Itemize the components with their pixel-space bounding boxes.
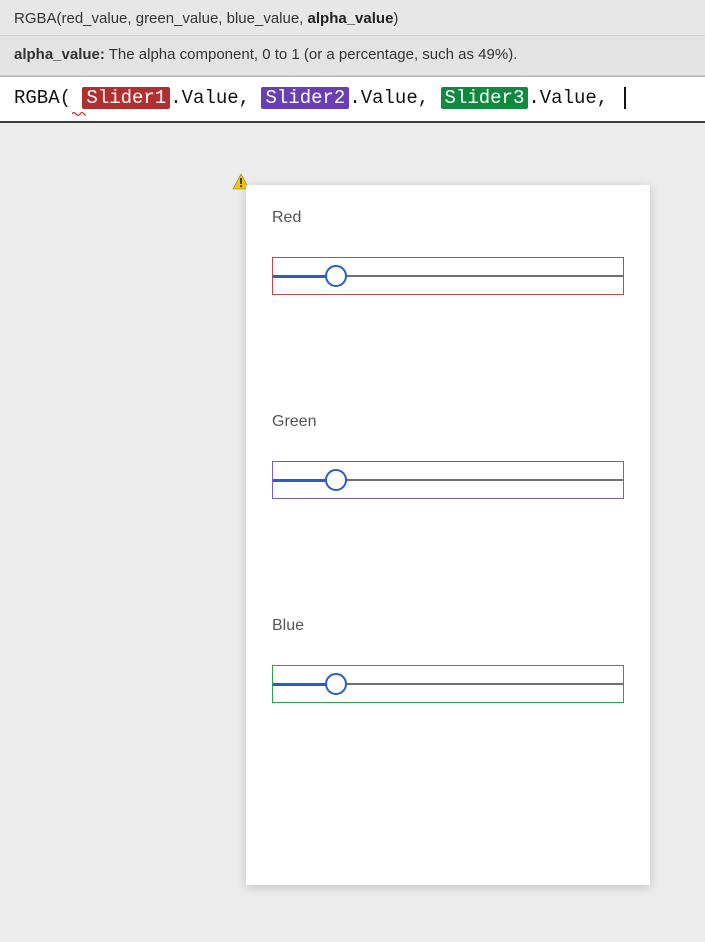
- signature-suffix: ): [393, 10, 398, 27]
- slider-thumb[interactable]: [325, 673, 347, 695]
- intellisense-hint-bar: alpha_value: The alpha component, 0 to 1…: [0, 36, 705, 76]
- formula-open-paren: (: [60, 87, 71, 109]
- formula-sep-1: ,: [239, 87, 262, 109]
- slider-label-blue: Blue: [272, 617, 624, 635]
- slider-thumb[interactable]: [325, 469, 347, 491]
- formula-prop-3: .Value: [528, 87, 596, 109]
- intellisense-signature-bar: RGBA(red_value, green_value, blue_value,…: [0, 0, 705, 36]
- slider-group-blue: Blue: [272, 617, 624, 703]
- error-squiggle-icon: [72, 111, 86, 117]
- formula-sep-3: ,: [597, 87, 620, 109]
- formula-token-slider3: Slider3: [441, 87, 529, 109]
- canvas-area[interactable]: Red Green Blue: [0, 123, 705, 905]
- slider-group-green: Green: [272, 413, 624, 499]
- hint-text: The alpha component, 0 to 1 (or a percen…: [105, 46, 517, 63]
- signature-current-param: alpha_value: [308, 10, 394, 27]
- hint-key: alpha_value:: [14, 46, 105, 63]
- formula-prop-1: .Value: [170, 87, 238, 109]
- signature-prefix: RGBA(red_value, green_value, blue_value,: [14, 10, 308, 27]
- formula-bar[interactable]: RGBA( Slider1.Value, Slider2.Value, Slid…: [0, 76, 705, 123]
- slider-green[interactable]: [272, 461, 624, 499]
- slider-card[interactable]: Red Green Blue: [246, 185, 650, 885]
- slider-label-red: Red: [272, 209, 624, 227]
- slider-label-green: Green: [272, 413, 624, 431]
- slider-blue[interactable]: [272, 665, 624, 703]
- formula-function-name: RGBA: [14, 87, 60, 109]
- formula-prop-2: .Value: [349, 87, 417, 109]
- formula-token-slider1: Slider1: [82, 87, 170, 109]
- slider-group-red: Red: [272, 209, 624, 295]
- formula-sep-2: ,: [418, 87, 441, 109]
- slider-red[interactable]: [272, 257, 624, 295]
- slider-thumb[interactable]: [325, 265, 347, 287]
- text-cursor-icon: [624, 87, 626, 109]
- formula-token-slider2: Slider2: [261, 87, 349, 109]
